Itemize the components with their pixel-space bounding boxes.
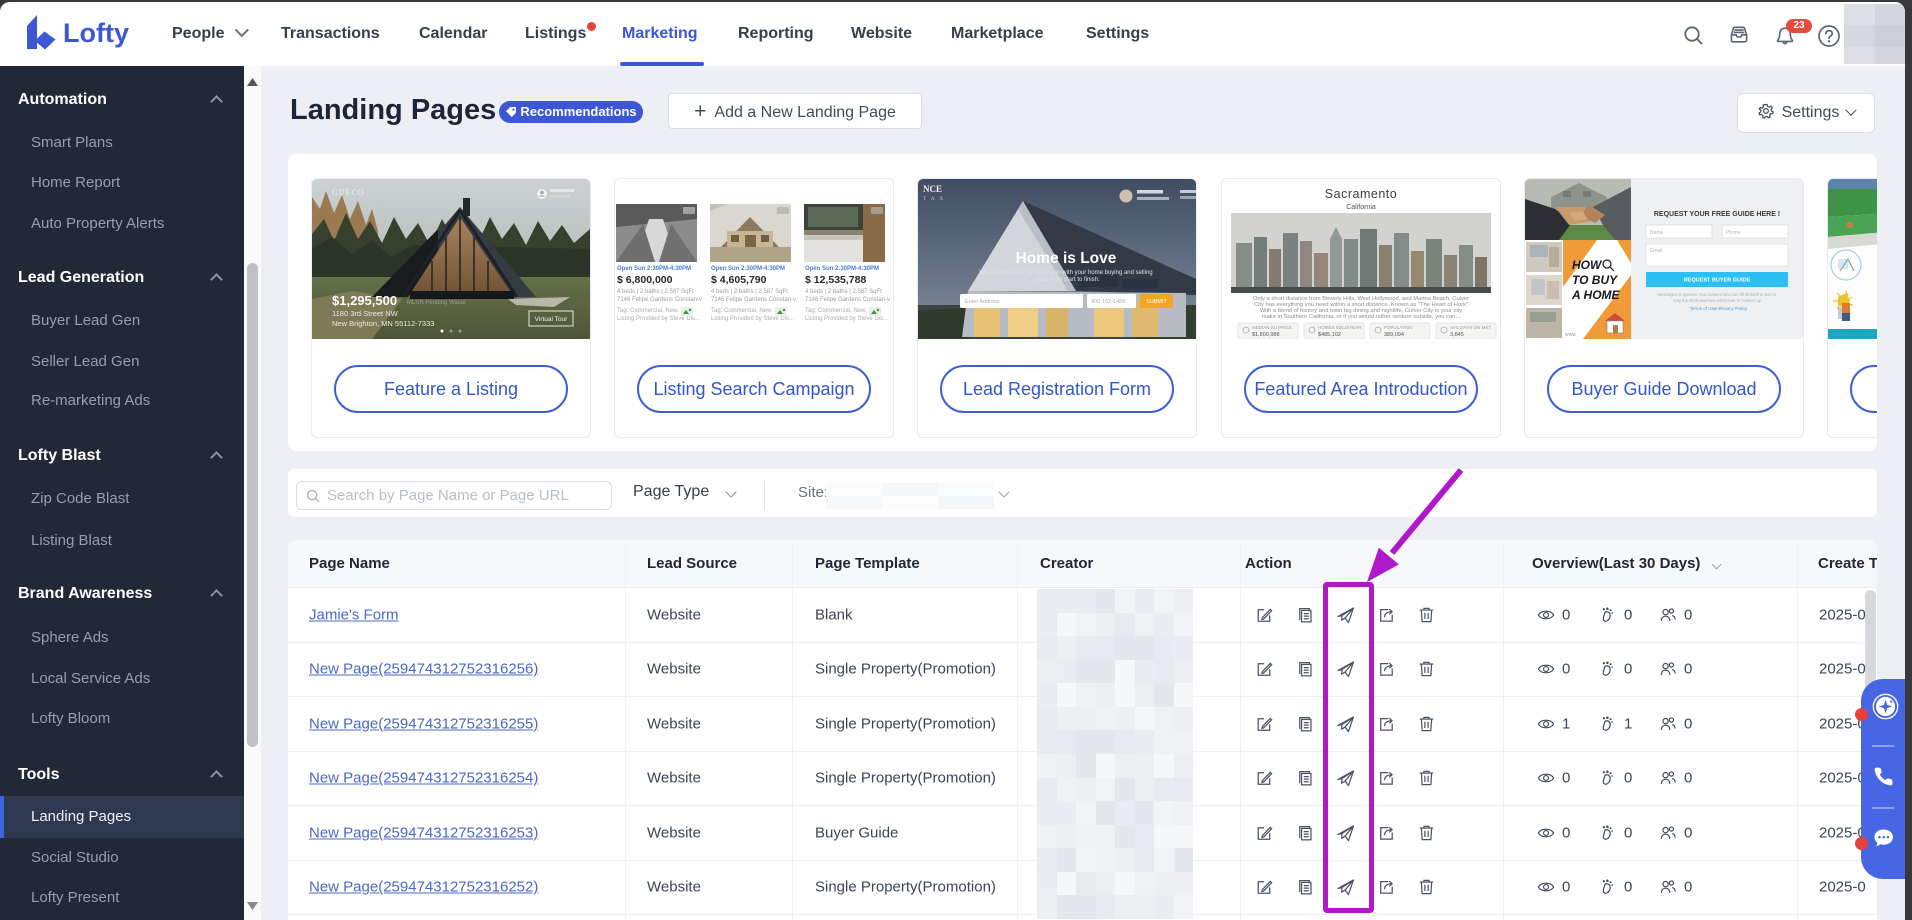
svg-text:HOW: HOW xyxy=(1572,258,1603,272)
svg-text:SUBMIT: SUBMIT xyxy=(1146,299,1167,305)
svg-text:7146 Felipe Gardens Constan-v: 7146 Felipe Gardens Constan-v xyxy=(711,297,796,303)
svg-text:Enter Address: Enter Address xyxy=(965,299,1000,305)
svg-text:Listing Provided by Steve Dis.: Listing Provided by Steve Dis... xyxy=(711,316,794,322)
svg-text:3,845: 3,845 xyxy=(1450,332,1464,338)
svg-text:$485,102: $485,102 xyxy=(1318,332,1341,338)
svg-text:www: www xyxy=(1565,332,1576,338)
svg-text:A HOME: A HOME xyxy=(1571,288,1621,302)
svg-text:REQUEST YOUR FREE GUIDE HERE !: REQUEST YOUR FREE GUIDE HERE ! xyxy=(1654,211,1780,218)
svg-text:Sacramento: Sacramento xyxy=(1325,187,1397,201)
svg-text:Open Sun 2:30PM-4:30PM: Open Sun 2:30PM-4:30PM xyxy=(805,266,879,272)
svg-text:Email: Email xyxy=(1650,248,1663,254)
svg-text:Open Sun 2:30PM-4:30PM: Open Sun 2:30PM-4:30PM xyxy=(711,266,785,272)
svg-text:7146 Felipe Gardens Constan-v: 7146 Felipe Gardens Constan-v xyxy=(805,297,890,303)
svg-text:REQUEST BUYER GUIDE: REQUEST BUYER GUIDE xyxy=(1684,278,1751,284)
svg-text:Listing Provided by Steve Dis.: Listing Provided by Steve Dis... xyxy=(805,316,888,322)
svg-text:AVG DAYS ON MKT: AVG DAYS ON MKT xyxy=(1450,325,1491,330)
svg-text:4 beds | 2 baths | 2,587 SqFt: 4 beds | 2 baths | 2,587 SqFt xyxy=(805,289,882,295)
svg-text:needs from start to finish.: needs from start to finish. xyxy=(1032,277,1100,283)
svg-text:GUECO: GUECO xyxy=(332,188,365,197)
svg-text:Messages or queries: You conse: Messages or queries: You consent who can… xyxy=(1658,292,1777,297)
svg-text:NCE: NCE xyxy=(923,184,942,194)
svg-text:may the short-lead-line whiche: may the short-lead-line whichever to con… xyxy=(1673,298,1762,303)
svg-text:Virtual Tour: Virtual Tour xyxy=(535,316,568,323)
svg-text:$ 4,605,790: $ 4,605,790 xyxy=(711,274,767,286)
svg-text:$ 12,535,788: $ 12,535,788 xyxy=(805,274,866,286)
svg-text:Name: Name xyxy=(1650,230,1664,236)
svg-text:MLSN Pending Waste: MLSN Pending Waste xyxy=(407,300,466,306)
svg-text:T A X: T A X xyxy=(923,197,945,202)
svg-text:Home is Love: Home is Love xyxy=(1016,250,1117,267)
svg-text:1180 3rd Street NW: 1180 3rd Street NW xyxy=(332,309,399,318)
svg-text:Tag: Commercial, New,: Tag: Commercial, New, xyxy=(711,308,773,314)
svg-text:Listing Provided by Steve Dis.: Listing Provided by Steve Dis... xyxy=(617,316,700,322)
svg-text:Tag: Commercial, New,: Tag: Commercial, New, xyxy=(617,308,679,314)
svg-text:make in Southern California, o: make in Southern California, or if you w… xyxy=(1262,314,1461,320)
svg-text:POPULATION: POPULATION xyxy=(1384,325,1413,330)
svg-text:MEDIAN SU PRICE: MEDIAN SU PRICE xyxy=(1252,325,1292,330)
svg-text:389,094: 389,094 xyxy=(1384,332,1404,338)
svg-text:$1,800,988: $1,800,988 xyxy=(1252,332,1280,338)
svg-text:400-102-1456: 400-102-1456 xyxy=(1091,299,1125,305)
svg-text:Phone: Phone xyxy=(1726,230,1741,236)
svg-text:California: California xyxy=(1346,204,1376,211)
svg-text:HOMES SOLD/YEAR: HOMES SOLD/YEAR xyxy=(1318,325,1362,330)
svg-text:$1,295,500: $1,295,500 xyxy=(332,293,397,308)
svg-text:4 beds | 2 baths | 2,587 SqFt: 4 beds | 2 baths | 2,587 SqFt xyxy=(617,289,694,295)
svg-text:New Brighton, MN 55112-7333: New Brighton, MN 55112-7333 xyxy=(332,319,434,328)
svg-text:Tag: Commercial, New,: Tag: Commercial, New, xyxy=(805,308,867,314)
svg-text:Privacy Policy: Privacy Policy xyxy=(1719,306,1748,311)
svg-text:Open Sun 2:30PM-4:30PM: Open Sun 2:30PM-4:30PM xyxy=(617,266,691,272)
svg-text:4 beds | 2 baths | 2,587 SqFt: 4 beds | 2 baths | 2,587 SqFt xyxy=(711,289,788,295)
svg-text:TO BUY: TO BUY xyxy=(1572,273,1618,287)
svg-text:7146 Felipe Gardens Constan-v: 7146 Felipe Gardens Constan-v xyxy=(617,297,702,303)
svg-text:$ 6,800,000: $ 6,800,000 xyxy=(617,274,673,286)
svg-text:We are here 24/7 to assist you: We are here 24/7 to assist you with your… xyxy=(979,270,1152,276)
